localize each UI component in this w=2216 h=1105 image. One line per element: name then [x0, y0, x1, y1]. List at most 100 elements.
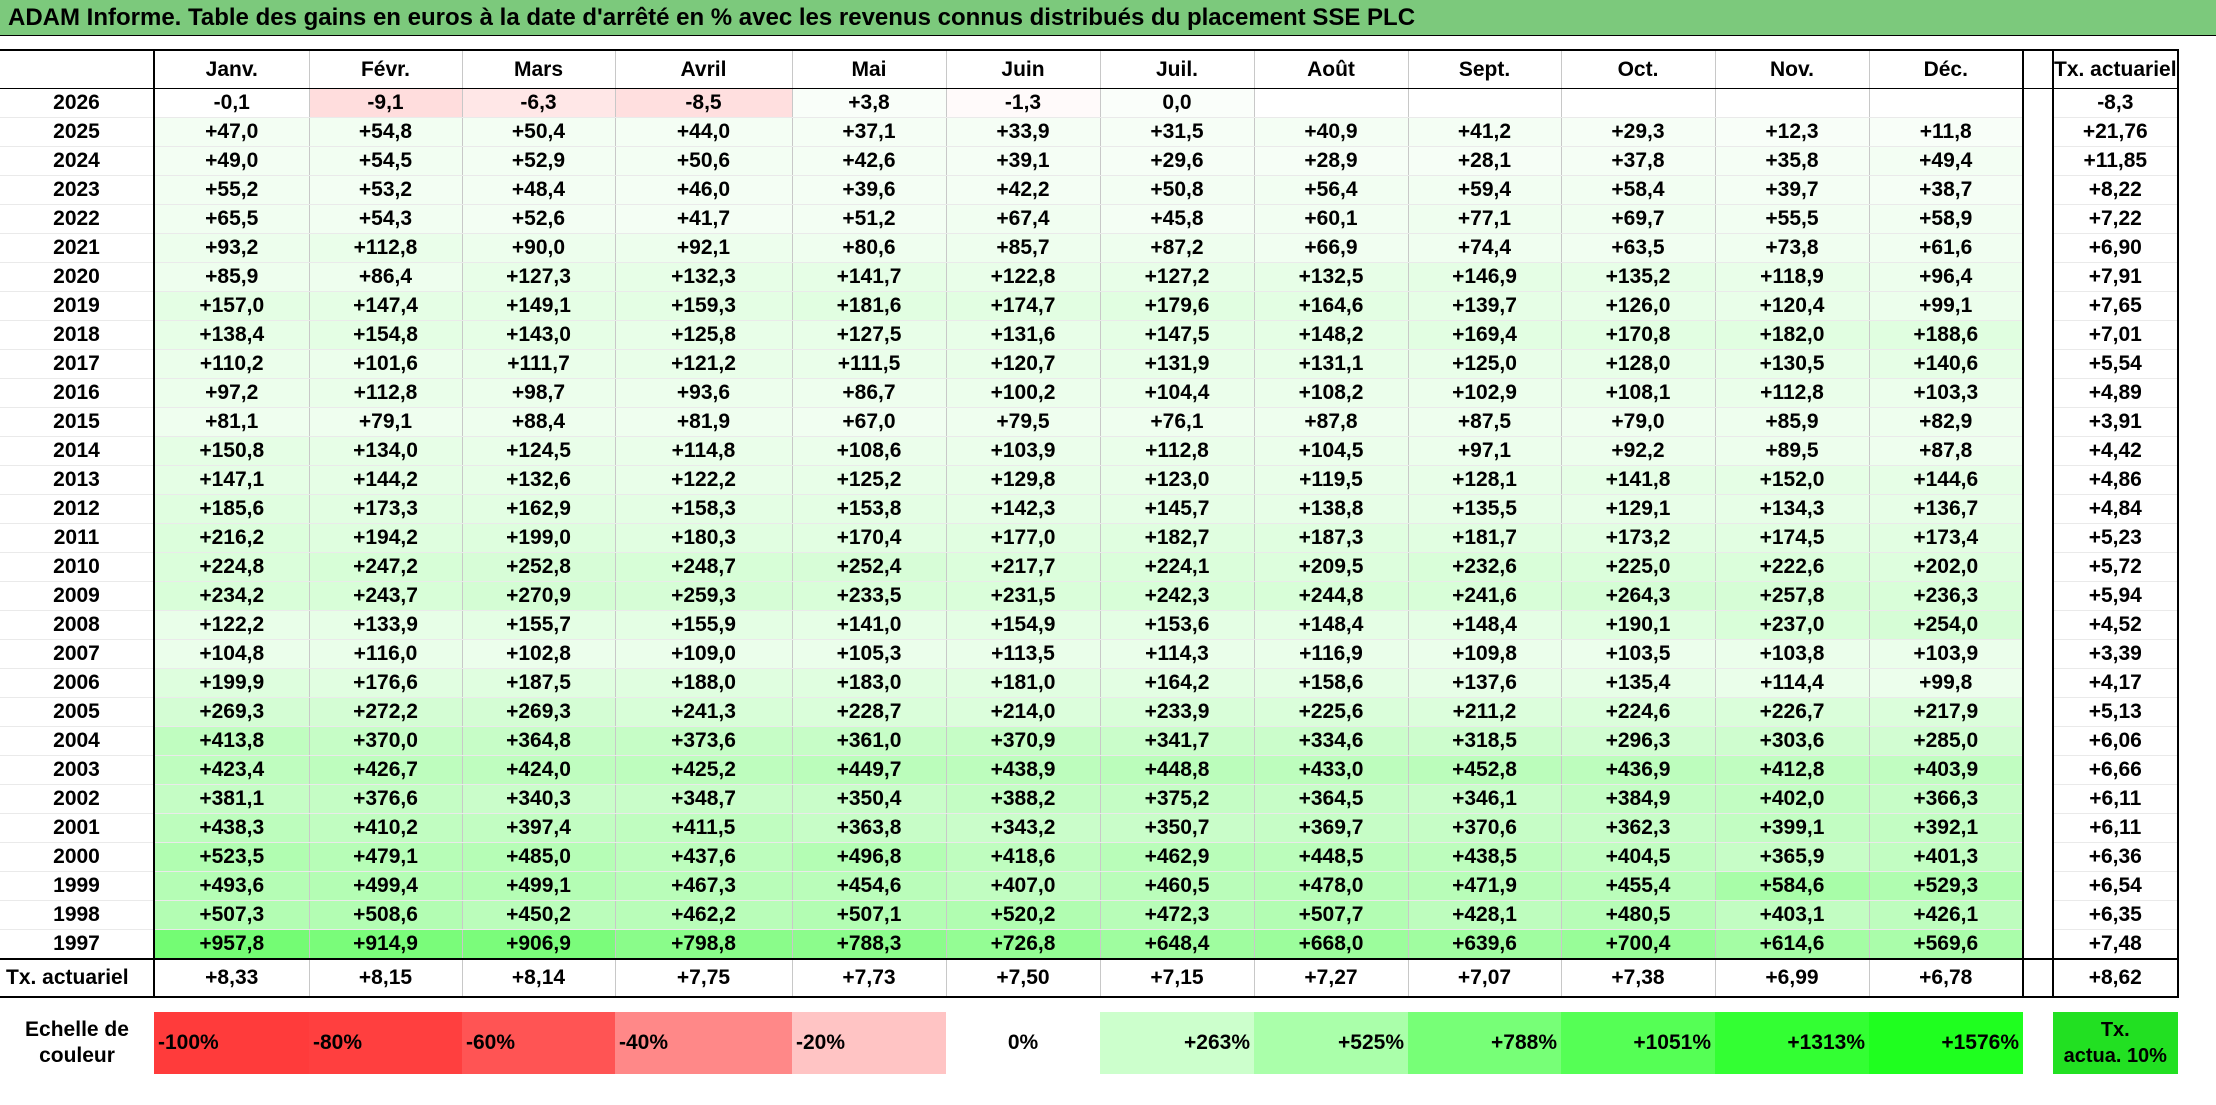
column-gap: [2023, 88, 2053, 118]
heatmap-cell: +370,0: [308, 726, 463, 756]
heatmap-cell: +520,2: [945, 900, 1101, 930]
heatmap-cell: +247,2: [308, 552, 463, 582]
year-label: 2019: [0, 291, 155, 321]
heatmap-cell: +214,0: [945, 697, 1101, 727]
heatmap-cell: +135,4: [1560, 668, 1716, 698]
heatmap-cell: +455,4: [1560, 871, 1716, 901]
heatmap-cell: +296,3: [1560, 726, 1716, 756]
heatmap-cell: +225,0: [1560, 552, 1716, 582]
heatmap-cell: +112,8: [308, 233, 463, 263]
heatmap-cell: +496,8: [791, 842, 947, 872]
year-row: 2020 +85,9 +86,4 +127,3 +132,3 +141,7 +122,8 +1…: [0, 262, 2179, 292]
heatmap-cell: +53,2: [308, 175, 463, 205]
heatmap-cell: +56,4: [1253, 175, 1409, 205]
rate-cell: +11,85: [2052, 146, 2179, 176]
heatmap-cell: +104,8: [153, 639, 310, 669]
heatmap-cell: +423,4: [153, 755, 310, 785]
heatmap-cell: +108,2: [1253, 378, 1409, 408]
column-gap: [2023, 552, 2053, 582]
year-label: 2024: [0, 146, 155, 176]
heatmap-cell: +350,7: [1099, 813, 1255, 843]
heatmap-cell: +35,8: [1714, 146, 1870, 176]
heatmap-cell: +59,4: [1407, 175, 1562, 205]
heatmap-cell: +96,4: [1868, 262, 2024, 292]
heatmap-cell: +499,1: [461, 871, 616, 901]
legend-swatch: -40%: [615, 1012, 792, 1074]
header-corner: [0, 49, 155, 89]
heatmap-cell: +144,2: [308, 465, 463, 495]
heatmap-cell: +404,5: [1560, 842, 1716, 872]
heatmap-cell: +155,7: [461, 610, 616, 640]
year-label: 2020: [0, 262, 155, 292]
heatmap-cell: +76,1: [1099, 407, 1255, 437]
year-rows: 2026 -0,1 -9,1 -6,3 -8,5 +3,8 -1,3 0,0 -8,3 2025 +…: [0, 88, 2179, 1074]
heatmap-cell: +108,6: [791, 436, 947, 466]
heatmap-cell: +185,6: [153, 494, 310, 524]
year-label: 2013: [0, 465, 155, 495]
year-label: 2006: [0, 668, 155, 698]
heatmap-cell: +111,5: [791, 349, 947, 379]
column-gap: [2023, 494, 2053, 524]
heatmap-cell: +147,4: [308, 291, 463, 321]
heatmap-cell: +108,1: [1560, 378, 1716, 408]
heatmap-cell: +392,1: [1868, 813, 2024, 843]
heatmap-cell: +254,0: [1868, 610, 2024, 640]
year-row: 2014 +150,8 +134,0 +124,5 +114,8 +108,6 +103,9…: [0, 436, 2179, 466]
heatmap-cell: +87,2: [1099, 233, 1255, 263]
legend-swatch: -100%: [154, 1012, 309, 1074]
heatmap-cell: +188,6: [1868, 320, 2024, 350]
rate-cell: +4,89: [2052, 378, 2179, 408]
month-header: Oct.: [1560, 49, 1716, 89]
legend-label-line1: Echelle de: [25, 1018, 129, 1041]
heatmap-cell: +98,7: [461, 378, 616, 408]
heatmap-cell: +48,4: [461, 175, 616, 205]
footer-rate-cell: +7,27: [1253, 958, 1409, 998]
heatmap-cell: [1407, 88, 1562, 118]
heatmap-cell: +450,2: [461, 900, 616, 930]
heatmap-cell: +399,1: [1714, 813, 1870, 843]
heatmap-cell: +412,8: [1714, 755, 1870, 785]
rate-column-header: Tx. actuariel: [2052, 49, 2179, 89]
year-label: 2009: [0, 581, 155, 611]
heatmap-cell: +116,9: [1253, 639, 1409, 669]
heatmap-cell: +103,9: [1868, 639, 2024, 669]
heatmap-cell: +425,2: [614, 755, 793, 785]
heatmap-cell: +499,4: [308, 871, 463, 901]
heatmap-cell: +29,6: [1099, 146, 1255, 176]
footer-rate-cell: +6,78: [1868, 958, 2024, 998]
heatmap-cell: +103,3: [1868, 378, 2024, 408]
heatmap-cell: +508,6: [308, 900, 463, 930]
heatmap-cell: +507,7: [1253, 900, 1409, 930]
heatmap-cell: +60,1: [1253, 204, 1409, 234]
heatmap-cell: +125,8: [614, 320, 793, 350]
heatmap-cell: +3,8: [791, 88, 947, 118]
heatmap-cell: +438,5: [1407, 842, 1562, 872]
footer-rate-cell: +7,75: [614, 958, 793, 998]
heatmap-cell: +170,8: [1560, 320, 1716, 350]
rate-cell: +6,90: [2052, 233, 2179, 263]
heatmap-cell: +346,1: [1407, 784, 1562, 814]
heatmap-cell: +79,0: [1560, 407, 1716, 437]
heatmap-cell: +77,1: [1407, 204, 1562, 234]
heatmap-cell: +187,5: [461, 668, 616, 698]
column-gap: [2023, 581, 2053, 611]
heatmap-cell: +141,7: [791, 262, 947, 292]
heatmap-cell: +478,0: [1253, 871, 1409, 901]
heatmap-cell: +180,3: [614, 523, 793, 553]
heatmap-cell: +74,4: [1407, 233, 1562, 263]
heatmap-cell: +225,6: [1253, 697, 1409, 727]
heatmap-cell: +410,2: [308, 813, 463, 843]
rate-cell: +21,76: [2052, 117, 2179, 147]
month-header: Févr.: [308, 49, 463, 89]
rate-cell: +6,06: [2052, 726, 2179, 756]
heatmap-cell: +433,0: [1253, 755, 1409, 785]
heatmap-cell: +153,8: [791, 494, 947, 524]
year-row: 2010 +224,8 +247,2 +252,8 +248,7 +252,4 +217,7…: [0, 552, 2179, 582]
heatmap-cell: +122,2: [614, 465, 793, 495]
year-row: 2013 +147,1 +144,2 +132,6 +122,2 +125,2 +129,8…: [0, 465, 2179, 495]
heatmap-cell: +141,8: [1560, 465, 1716, 495]
heatmap-cell: +216,2: [153, 523, 310, 553]
heatmap-cell: +85,9: [153, 262, 310, 292]
year-row: 2006 +199,9 +176,6 +187,5 +188,0 +183,0 +181,0…: [0, 668, 2179, 698]
heatmap-cell: +42,2: [945, 175, 1101, 205]
